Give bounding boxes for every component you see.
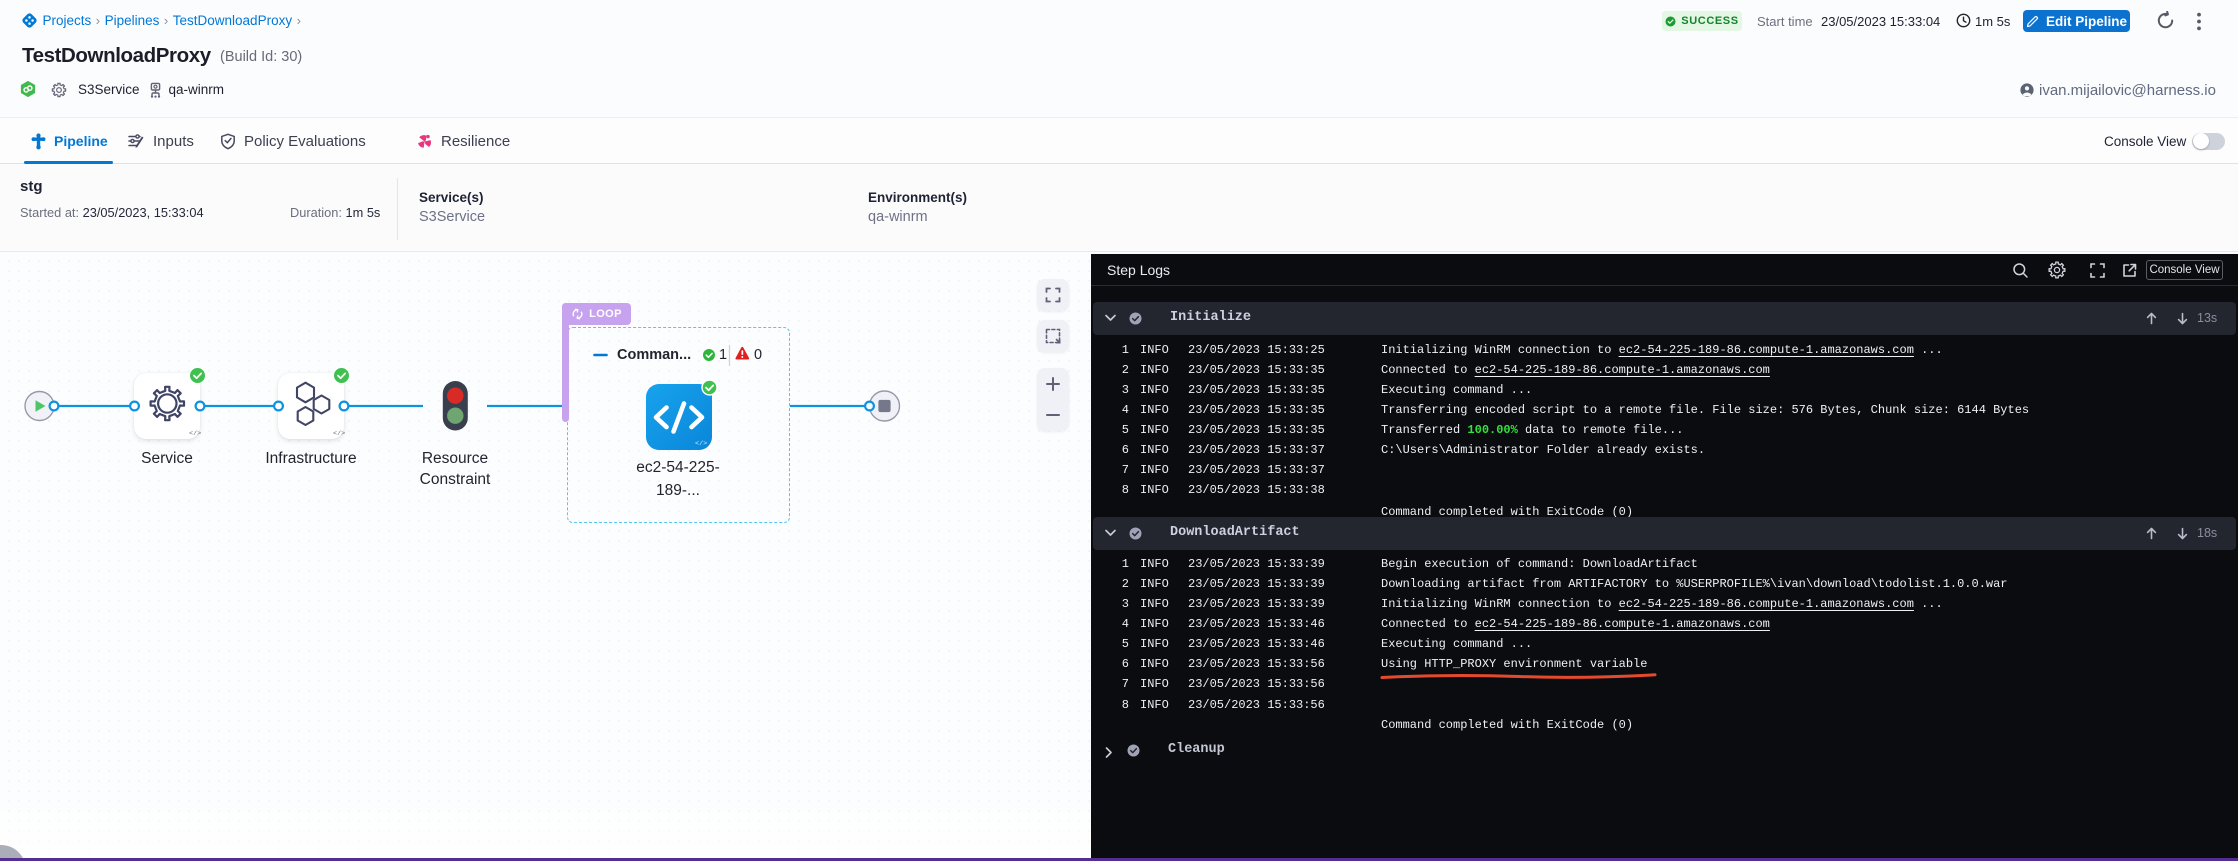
svg-text:</>: </> (333, 430, 345, 438)
svg-text:</>: </> (189, 430, 201, 438)
svg-text:</>: </> (695, 440, 707, 448)
